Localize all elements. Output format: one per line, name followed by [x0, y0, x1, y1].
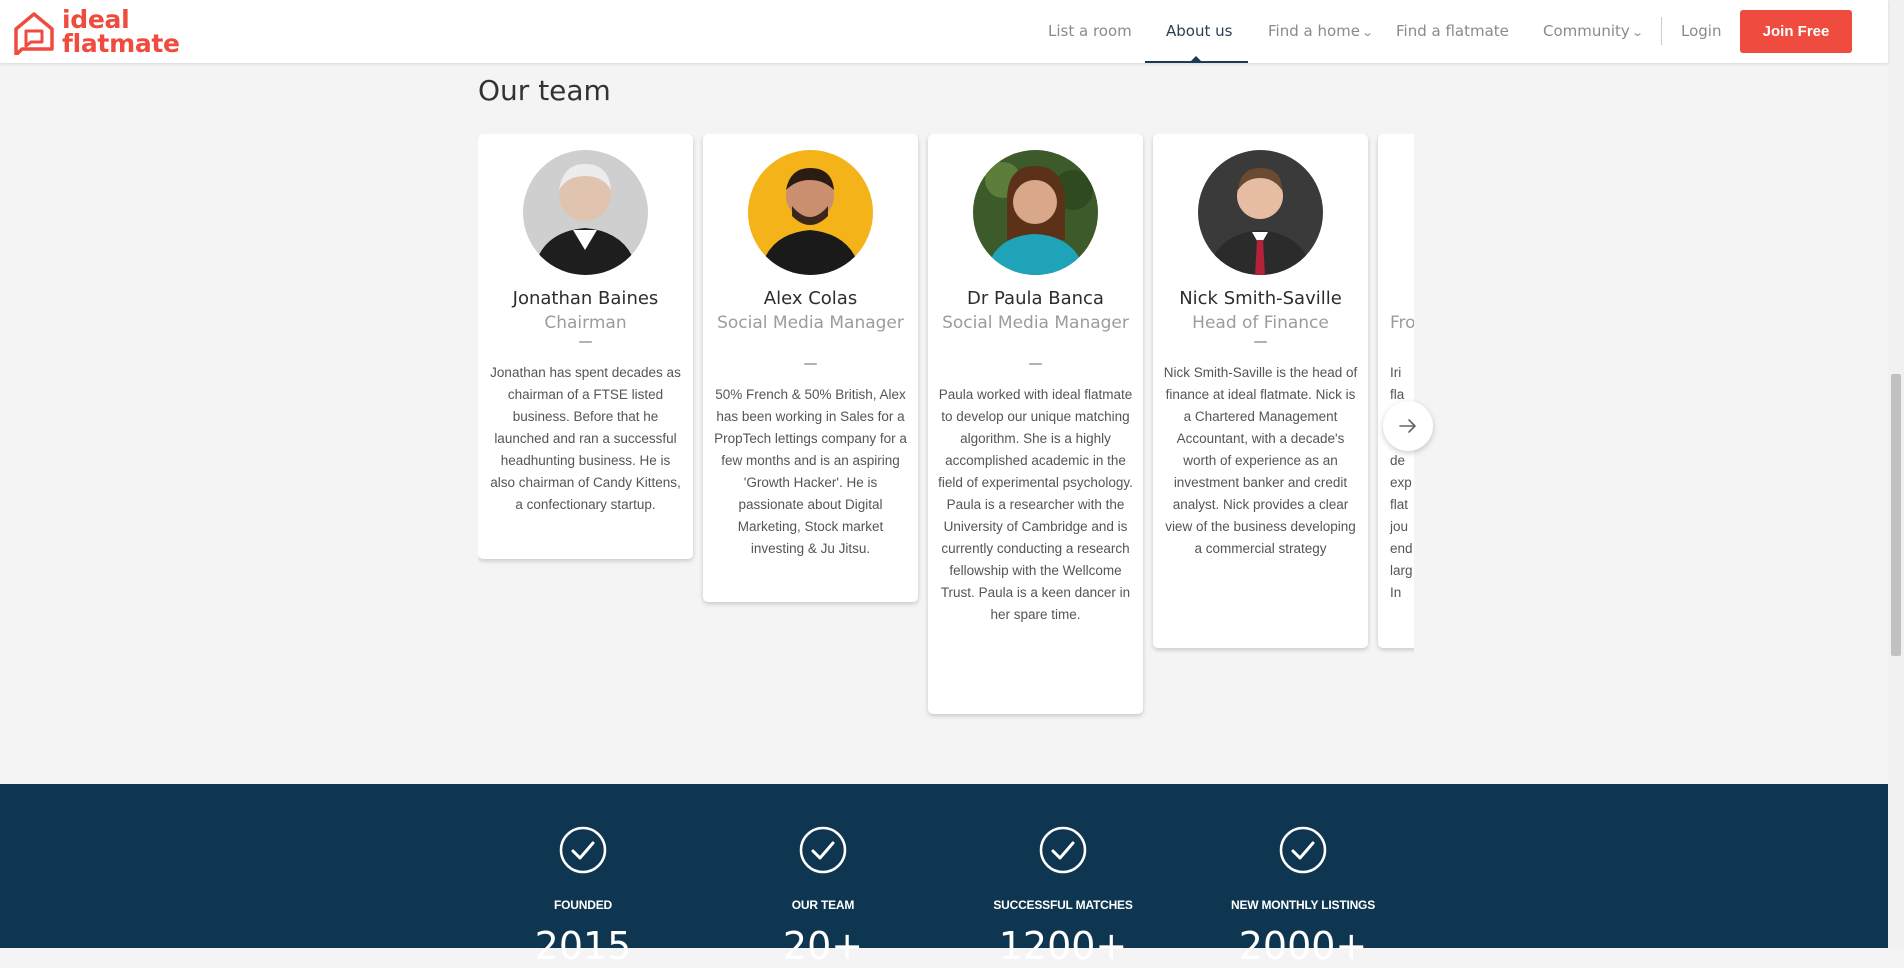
nav-find-flatmate[interactable]: Find a flatmate: [1396, 0, 1509, 63]
stat-value: 1200+: [998, 924, 1128, 968]
member-bio: Iri fla de exp flat jou end larg In: [1390, 365, 1413, 600]
nav-community-label: Community: [1543, 22, 1630, 40]
check-circle-icon: [799, 826, 847, 874]
team-section-title: Our team: [478, 74, 611, 107]
team-card: Alex Colas Social Media Manager — 50% Fr…: [703, 134, 918, 602]
avatar-nick-smith-saville: [1198, 150, 1323, 275]
team-card-partial: Fro Iri fla de exp flat jou end larg In: [1378, 134, 1414, 648]
member-role: Head of Finance: [1192, 313, 1329, 333]
avatar-jonathan-baines: [523, 150, 648, 275]
chevron-down-icon: ⌄: [1630, 26, 1644, 39]
member-name: Jonathan Baines: [512, 288, 659, 309]
avatar-alex-colas: [748, 150, 873, 275]
nav-login[interactable]: Login: [1681, 0, 1721, 63]
brand-line-2: flatmate: [62, 29, 180, 58]
member-role: Chairman: [544, 313, 627, 333]
site-header: ideal flatmate List a room About us Find…: [0, 0, 1888, 63]
join-free-button[interactable]: Join Free: [1740, 10, 1852, 53]
check-circle-icon: [559, 826, 607, 874]
brand-wordmark: ideal flatmate: [62, 7, 180, 58]
member-divider: —: [803, 356, 818, 372]
nav-divider: [1661, 17, 1662, 45]
member-role: Social Media Manager: [717, 313, 904, 333]
check-circle-icon: [1279, 826, 1327, 874]
stats-band: FOUNDED 2015 OUR TEAM 20+ SUCCESSFUL MAT…: [0, 784, 1888, 968]
carousel-next-button[interactable]: [1383, 401, 1433, 451]
team-carousel: Jonathan Baines Chairman — Jonathan has …: [478, 134, 1414, 734]
member-name: Alex Colas: [763, 288, 858, 309]
stat-label: SUCCESSFUL MATCHES: [993, 898, 1133, 912]
member-name: Dr Paula Banca: [967, 288, 1104, 309]
member-bio: Paula worked with ideal flatmate to deve…: [938, 387, 1133, 622]
nav-community[interactable]: Community⌄: [1543, 0, 1644, 63]
house-logo-icon: [14, 12, 54, 55]
stat-value: 2015: [534, 924, 632, 968]
active-tab-pointer: [1191, 56, 1201, 61]
check-circle-icon: [1039, 826, 1087, 874]
active-tab-underline: [1145, 61, 1248, 63]
stat-value: 20+: [782, 924, 864, 968]
member-role: Fro: [1390, 313, 1414, 333]
stat-value: 2000+: [1238, 924, 1368, 968]
brand-logo[interactable]: ideal flatmate: [12, 7, 180, 58]
nav-list-room[interactable]: List a room: [1048, 0, 1132, 63]
stat-label: NEW MONTHLY LISTINGS: [1230, 898, 1375, 912]
team-card: Jonathan Baines Chairman — Jonathan has …: [478, 134, 693, 559]
team-card: Nick Smith-Saville Head of Finance — Nic…: [1153, 134, 1368, 648]
stat-label: OUR TEAM: [791, 898, 855, 912]
member-bio: 50% French & 50% British, Alex has been …: [714, 387, 907, 556]
team-card: Dr Paula Banca Social Media Manager — Pa…: [928, 134, 1143, 714]
member-role: Social Media Manager: [942, 313, 1129, 333]
member-divider: —: [1028, 356, 1043, 372]
member-bio: Jonathan has spent decades as chairman o…: [490, 365, 681, 512]
nav-find-home-label: Find a home: [1268, 22, 1360, 40]
member-divider: —: [578, 334, 593, 350]
chevron-down-icon: ⌄: [1361, 26, 1375, 39]
member-name: Nick Smith-Saville: [1179, 288, 1342, 309]
nav-find-home[interactable]: Find a home⌄: [1268, 0, 1375, 63]
member-bio: Nick Smith-Saville is the head of financ…: [1163, 365, 1358, 556]
nav-about-us[interactable]: About us: [1166, 0, 1232, 63]
avatar-paula-banca: [973, 150, 1098, 275]
arrow-right-icon: [1399, 419, 1416, 433]
member-divider: —: [1253, 334, 1268, 350]
stat-label: FOUNDED: [554, 898, 612, 912]
page-scrollbar-thumb[interactable]: [1891, 374, 1901, 656]
